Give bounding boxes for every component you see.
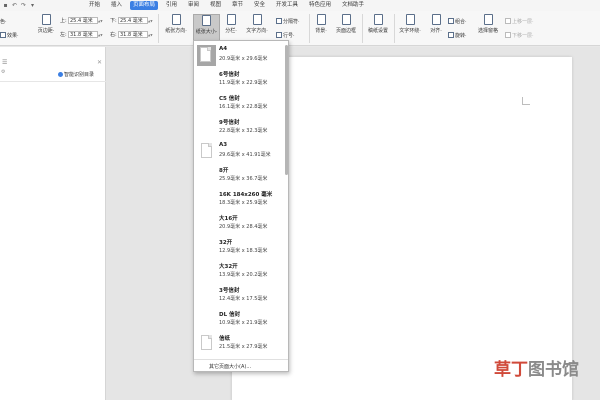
margin-top-input[interactable]: 25.4 毫米 [68,17,98,24]
ribbon-separator [362,14,363,43]
smart-toc-icon [58,72,63,77]
paper-size-item[interactable]: 3号信封 12.4毫米 x 17.5毫米 [194,284,284,308]
undo-icon[interactable]: ↶ [11,2,18,9]
margin-left-input[interactable]: 31.8 毫米 [68,31,98,38]
selection-highlight [197,45,216,66]
break-button[interactable]: 分隔符· [276,18,300,25]
paper-size-item[interactable]: 8开 25.9毫米 x 36.7毫米 [194,164,284,188]
text-wrap-button[interactable]: 文字环绕· [396,14,424,44]
text-wrap-icon [405,14,415,25]
spinner-icon[interactable]: ▲▼ [148,33,153,37]
page-icon [200,47,211,62]
effect-button[interactable]: 效果· [0,32,19,39]
break-icon [276,18,282,24]
background-button[interactable]: 背景· [312,14,330,44]
columns-icon [226,14,236,25]
pane-divider [0,81,106,82]
paper-size-item[interactable]: C5 信封 16.1毫米 x 22.8毫米 [194,92,284,116]
margin-left-field[interactable]: 左: 31.8 毫米 ▲▼ [60,31,103,38]
paper-size-item[interactable]: 信纸 21.5毫米 x 27.9毫米 [194,332,284,356]
group-button[interactable]: 组合· [448,18,467,25]
align-icon [431,14,441,25]
orientation-icon [171,14,181,25]
document-area [106,47,600,400]
paper-size-item[interactable]: A3 29.6毫米 x 41.91毫米 [194,140,284,164]
paper-size-item[interactable]: 9号信封 22.8毫米 x 32.3毫米 [194,116,284,140]
paper-size-icon [202,15,211,26]
margin-top-field[interactable]: 上: 25.4 毫米 ▲▼ [60,17,103,24]
paper-size-item[interactable]: A4 20.9毫米 x 29.6毫米 [194,44,284,68]
effect-icon [0,32,6,38]
margins-button[interactable]: 页边距· [36,14,56,44]
paper-size-item[interactable]: 16K 184x260 毫米 18.3毫米 x 25.9毫米 [194,188,284,212]
ribbon-separator [158,14,159,43]
paper-size-item[interactable]: 32开 12.9毫米 x 18.3毫米 [194,236,284,260]
menu-references[interactable]: 引用 [163,1,180,10]
paper-size-item[interactable]: 6号信封 11.9毫米 x 22.9毫米 [194,68,284,92]
line-number-icon [276,32,282,38]
margin-right-input[interactable]: 31.8 毫米 [118,31,148,38]
ribbon-separator [309,14,310,43]
orientation-button[interactable]: 纸张方向· [161,14,191,44]
page-border-icon [341,14,351,25]
menu-page-layout[interactable]: 页面布局 [130,1,159,10]
margin-bottom-input[interactable]: 25.4 毫米 [118,17,148,24]
menu-bar: ▪ ↶ ↷ ▾ 开始 插入 页面布局 引用 审阅 视图 章节 安全 开发工具 特… [0,0,600,11]
margins-icon [41,14,51,25]
more-paper-sizes-item[interactable]: 其它页面大小(A)... [194,359,288,371]
close-icon[interactable]: ✕ [97,59,102,66]
menu-home[interactable]: 开始 [86,1,103,10]
select-pane-icon [483,14,493,25]
ribbon-separator [394,14,395,43]
margin-bottom-field[interactable]: 下: 25.4 毫米 ▲▼ [110,17,153,24]
spinner-icon[interactable]: ▲▼ [98,33,103,37]
menu-developer[interactable]: 开发工具 [273,1,301,10]
more-icon[interactable]: ▾ [29,2,36,9]
paper-size-item[interactable]: 大16开 20.9毫米 x 28.4毫米 [194,212,284,236]
color-button[interactable]: 色· [0,18,7,25]
margin-corner-mark [522,97,530,105]
navigation-pane: ☰ ✕ ⚙ 智能识别目录 [0,47,106,400]
send-backward-icon [505,32,511,38]
menu-security[interactable]: 安全 [251,1,268,10]
spinner-icon[interactable]: ▲▼ [148,19,153,23]
menu-doc-assistant[interactable]: 文档助手 [339,1,367,10]
menu-view[interactable]: 视图 [207,1,224,10]
select-pane-button[interactable]: 选择窗格 [474,14,502,44]
menu-featured-apps[interactable]: 特色应用 [306,1,334,10]
ribbon-toolbar: 色· 效果· 页边距· 上: 25.4 毫米 ▲▼ 左: 31.8 毫米 ▲▼ 下: 25… [0,11,600,46]
menu-review[interactable]: 审阅 [185,1,202,10]
page-setup-button[interactable]: 稿纸设置 [364,14,392,44]
background-icon [316,14,326,25]
toc-settings-icon[interactable]: ⚙ [1,69,5,75]
spinner-icon[interactable]: ▲▼ [98,19,103,23]
manuscript-icon [373,14,383,25]
smart-toc-button[interactable]: 智能识别目录 [58,71,94,78]
quick-access-icon[interactable]: ▪ [2,2,9,9]
paper-size-item[interactable]: 大32开 13.9毫米 x 20.2毫米 [194,260,284,284]
text-direction-icon [252,14,262,25]
margin-right-field[interactable]: 右: 31.8 毫米 ▲▼ [110,31,153,38]
menu-section[interactable]: 章节 [229,1,246,10]
align-button[interactable]: 对齐· [426,14,446,44]
pane-menu-icon[interactable]: ☰ [2,59,7,66]
rotate-button[interactable]: 旋转· [448,32,467,39]
bring-forward-icon [505,18,511,24]
paper-size-dropdown: A4 20.9毫米 x 29.6毫米 6号信封 11.9毫米 x 22.9毫米 … [193,40,289,372]
rotate-icon [448,32,454,38]
page-border-button[interactable]: 页面边框 [332,14,360,44]
group-icon [448,18,454,24]
line-number-button[interactable]: 行号· [276,32,295,39]
bring-forward-button[interactable]: 上移一层· [505,18,534,25]
redo-icon[interactable]: ↷ [20,2,27,9]
dropdown-scrollbar[interactable] [285,45,288,175]
menu-insert[interactable]: 插入 [108,1,125,10]
site-watermark: 草丁图书馆 [494,360,579,380]
send-backward-button[interactable]: 下移一层· [505,32,534,39]
paper-size-item[interactable]: DL 信封 10.9毫米 x 21.9毫米 [194,308,284,332]
page-icon [201,143,212,158]
page-icon [201,335,212,350]
